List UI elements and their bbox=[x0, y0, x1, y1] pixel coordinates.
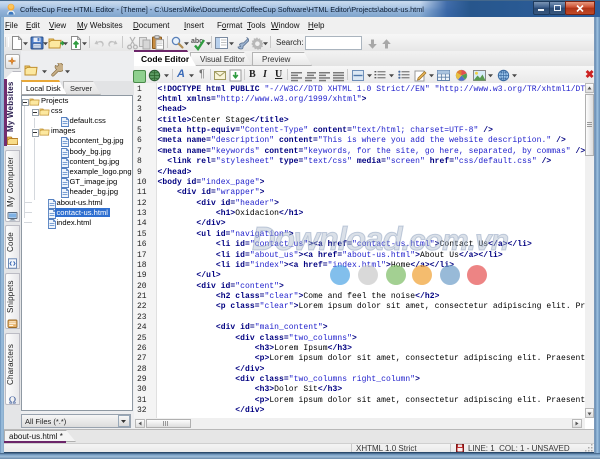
svg-text:Ω: Ω bbox=[9, 395, 16, 405]
